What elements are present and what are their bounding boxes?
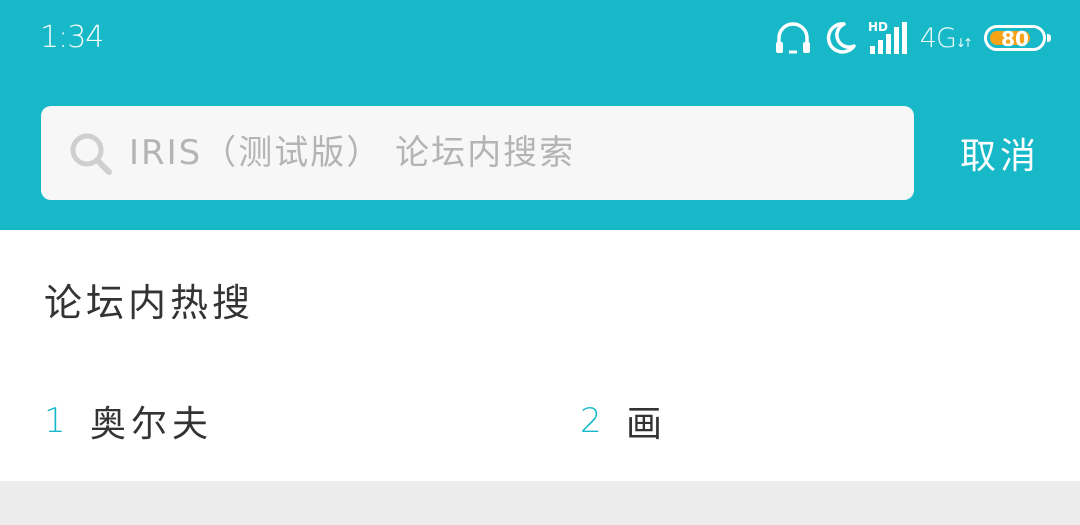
- network-type: 4G: [919, 22, 957, 54]
- hot-search-item-1[interactable]: 1 奥尔夫: [44, 396, 213, 446]
- hot-search-item-2[interactable]: 2 画: [580, 396, 667, 446]
- app-header: 1:34 HD 4G ↓↑ 80 IRIS（测试版） 论坛内搜索 取消: [0, 0, 1080, 230]
- hot-search-term: 画: [626, 404, 668, 445]
- headphones-icon: [774, 20, 812, 56]
- search-box[interactable]: [41, 106, 914, 200]
- data-arrows-icon: ↓↑: [955, 36, 973, 50]
- signal-icon: HD: [868, 20, 912, 56]
- search-input[interactable]: [129, 106, 889, 200]
- section-title: 论坛内热搜: [44, 281, 255, 325]
- search-icon: [67, 130, 115, 182]
- battery-percent: 80: [1001, 27, 1029, 51]
- battery-tip: [1047, 34, 1051, 42]
- hot-search-panel: 论坛内热搜 1 奥尔夫 2 画: [0, 230, 1080, 481]
- status-bar: 1:34 HD 4G ↓↑ 80: [0, 0, 1080, 76]
- battery-icon: 80: [984, 25, 1051, 51]
- svg-text:HD: HD: [868, 20, 888, 34]
- empty-background: [0, 481, 1080, 525]
- rank-number: 2: [580, 401, 602, 441]
- cancel-button[interactable]: 取消: [950, 126, 1050, 180]
- hot-search-term: 奥尔夫: [90, 404, 214, 445]
- rank-number: 1: [44, 401, 66, 441]
- status-time: 1:34: [40, 20, 104, 55]
- moon-icon: [822, 20, 858, 56]
- status-icons: HD 4G ↓↑ 80: [774, 18, 1051, 58]
